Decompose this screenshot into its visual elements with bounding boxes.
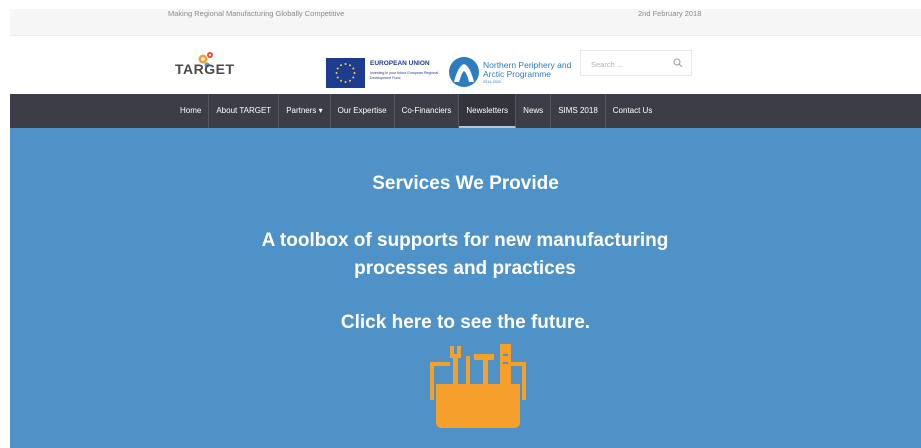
nav-item-co-financiers[interactable]: Co-Financiers [395, 94, 460, 128]
npa-title: Northern Periphery and Arctic Programme [483, 60, 572, 79]
eu-subtitle: Investing in your future European Region… [370, 71, 439, 80]
top-info-bar [10, 9, 921, 36]
npa-emblem-icon [449, 57, 479, 87]
logo-text: TARGET [175, 61, 235, 77]
nav-item-partners[interactable]: Partners ▾ [279, 94, 331, 128]
nav-item-contact-us[interactable]: Contact Us [606, 94, 660, 128]
site-tagline: Making Regional Manufacturing Globally C… [168, 9, 345, 18]
eu-title: EUROPEAN UNION [370, 60, 430, 67]
current-date: 2nd February 2018 [638, 9, 702, 18]
nav-item-sims-2018[interactable]: SIMS 2018 [551, 94, 606, 128]
nav-item-newsletters[interactable]: Newsletters [459, 94, 517, 128]
hero-subtitle: A toolbox of supports for new manufactur… [261, 230, 669, 279]
toolbox-icon[interactable] [422, 340, 534, 448]
search-input[interactable] [589, 55, 671, 73]
hero-title: Services We Provide [372, 173, 559, 194]
site-header: TARGET EUROPEAN UNION Investing in your … [10, 36, 921, 94]
nav-item-about-target[interactable]: About TARGET [209, 94, 280, 128]
nav-item-home[interactable]: Home [173, 94, 210, 128]
npa-logo[interactable]: Northern Periphery and Arctic Programme … [448, 56, 578, 90]
hero-cta-link[interactable]: Click here to see the future. [10, 312, 921, 334]
eu-flag-icon [326, 58, 365, 88]
main-navigation: Home About TARGET Partners ▾ Our Experti… [10, 94, 921, 128]
npa-years: 2014-2020 [483, 80, 502, 84]
search-icon[interactable] [671, 56, 685, 70]
search-box[interactable] [580, 50, 692, 76]
hero-banner[interactable]: Services We Provide A toolbox of support… [10, 128, 921, 448]
eu-logo[interactable]: EUROPEAN UNION Investing in your future … [326, 58, 445, 90]
nav-item-news[interactable]: News [516, 94, 552, 128]
target-logo[interactable]: TARGET [168, 52, 248, 82]
nav-item-our-expertise[interactable]: Our Expertise [331, 94, 395, 128]
